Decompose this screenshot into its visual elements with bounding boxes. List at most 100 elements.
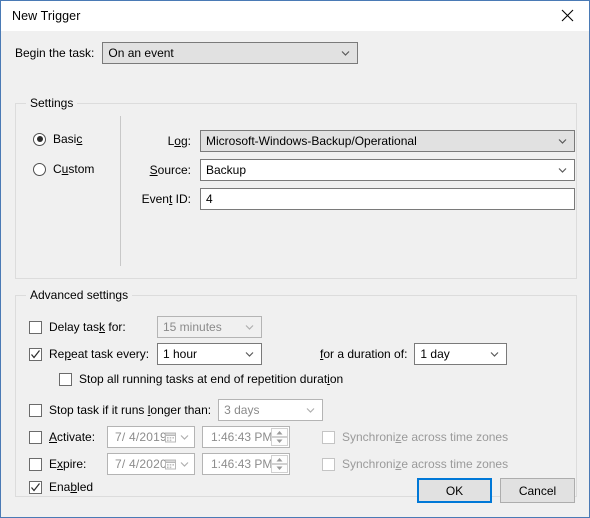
repeat-task-checkbox-indicator — [29, 347, 42, 361]
caret-down-icon — [276, 439, 283, 443]
chevron-down-icon — [180, 462, 189, 467]
spinner-up-button — [271, 455, 288, 464]
dialog-body: Begin the task: On an event Settings Bas… — [1, 31, 589, 517]
settings-group-title: Settings — [26, 96, 78, 110]
window-title: New Trigger — [12, 9, 81, 23]
source-value: Backup — [206, 163, 247, 177]
expire-checkbox-indicator — [29, 457, 42, 471]
chevron-down-icon — [558, 139, 567, 144]
delay-task-checkbox-indicator — [29, 320, 42, 334]
stop-repetition-label: Stop all running tasks at end of repetit… — [79, 372, 344, 386]
stop-longer-checkbox-indicator — [29, 403, 42, 417]
radio-basic-label: Basic — [53, 132, 83, 146]
title-bar: New Trigger — [1, 1, 589, 31]
event-id-value: 4 — [206, 192, 213, 206]
expire-sync-checkbox: Synchronize across time zones — [322, 457, 508, 471]
check-icon — [31, 482, 40, 491]
activate-sync-checkbox: Synchronize across time zones — [322, 430, 508, 444]
close-button[interactable] — [545, 1, 589, 30]
event-id-label: Event ID: — [141, 192, 191, 206]
event-id-input[interactable]: 4 — [200, 188, 575, 210]
dialog-footer: OK Cancel — [417, 478, 575, 503]
advanced-group-title: Advanced settings — [26, 288, 133, 302]
caret-up-icon — [276, 431, 283, 435]
begin-task-select[interactable]: On an event — [102, 42, 359, 64]
source-label: Source: — [149, 163, 191, 177]
event-id-field-row: Event ID: 4 — [126, 188, 575, 210]
new-trigger-dialog: New Trigger Begin the task: On an event … — [0, 0, 590, 518]
chevron-down-icon — [245, 352, 254, 357]
repeat-task-checkbox[interactable]: Repeat task every: — [29, 347, 157, 361]
enabled-label: Enabled — [49, 480, 94, 494]
radio-custom-label: Custom — [53, 162, 95, 176]
begin-task-value: On an event — [108, 46, 174, 60]
delay-task-row: Delay task for: 15 minutes — [29, 316, 262, 338]
repeat-interval-value: 1 hour — [163, 347, 198, 361]
spinner-down-button — [271, 464, 288, 473]
repeat-interval-select[interactable]: 1 hour — [157, 343, 262, 365]
log-field-row: Log: Microsoft-Windows-Backup/Operationa… — [126, 130, 575, 152]
spinner-down-button — [271, 437, 288, 446]
settings-fields: Log: Microsoft-Windows-Backup/Operationa… — [126, 130, 575, 217]
radio-basic[interactable]: Basic — [33, 132, 94, 146]
expire-date-input: 7/ 4/2020 — [107, 453, 195, 475]
chevron-down-icon — [245, 325, 254, 330]
advanced-settings-group: Advanced settings Delay task for: 15 min… — [15, 288, 577, 497]
enabled-row: Enabled — [29, 480, 93, 494]
activate-time-spinner — [271, 428, 288, 446]
expire-time-value: 1:46:43 PM — [211, 457, 273, 471]
radio-custom[interactable]: Custom — [33, 162, 94, 176]
activate-row: Activate: 7/ 4/2019 1:46:43 PM Synchroni… — [29, 426, 508, 448]
duration-label: for a duration of: — [320, 347, 408, 361]
expire-label: Expire: — [49, 457, 87, 471]
chevron-down-icon — [341, 51, 350, 56]
activate-time-input: 1:46:43 PM — [202, 426, 290, 448]
activate-date-value: 7/ 4/2019 — [115, 430, 167, 444]
log-label: Log: — [167, 134, 191, 148]
expire-sync-checkbox-indicator — [322, 457, 335, 471]
stop-longer-label: Stop task if it runs longer than: — [49, 403, 212, 417]
ok-button[interactable]: OK — [417, 478, 492, 503]
repeat-task-label: Repeat task every: — [49, 347, 150, 361]
delay-task-checkbox[interactable]: Delay task for: — [29, 320, 157, 334]
begin-task-label: Begin the task: — [15, 46, 95, 60]
calendar-icon — [165, 459, 176, 470]
duration-select[interactable]: 1 day — [414, 343, 508, 365]
log-select[interactable]: Microsoft-Windows-Backup/Operational — [200, 130, 575, 152]
delay-task-value: 15 minutes — [163, 320, 222, 334]
stop-longer-row: Stop task if it runs longer than: 3 days — [29, 399, 324, 421]
settings-mode-radios: Basic Custom — [33, 132, 94, 192]
cancel-button[interactable]: Cancel — [500, 478, 575, 503]
settings-divider — [120, 116, 121, 266]
chevron-down-icon — [490, 352, 499, 357]
stop-repetition-checkbox[interactable]: Stop all running tasks at end of repetit… — [59, 372, 343, 386]
enabled-checkbox-indicator — [29, 480, 42, 494]
activate-checkbox-indicator — [29, 430, 42, 444]
expire-time-spinner — [271, 455, 288, 473]
delay-task-label: Delay task for: — [49, 320, 126, 334]
stop-longer-select: 3 days — [218, 399, 324, 421]
stop-longer-checkbox[interactable]: Stop task if it runs longer than: — [29, 403, 211, 417]
spinner-up-button — [271, 428, 288, 437]
radio-custom-indicator — [33, 162, 46, 176]
delay-task-select: 15 minutes — [157, 316, 262, 338]
enabled-checkbox[interactable]: Enabled — [29, 480, 93, 494]
stop-longer-value: 3 days — [224, 403, 260, 417]
activate-checkbox[interactable]: Activate: — [29, 430, 107, 444]
expire-checkbox[interactable]: Expire: — [29, 457, 107, 471]
source-field-row: Source: Backup — [126, 159, 575, 181]
activate-sync-checkbox-indicator — [322, 430, 335, 444]
source-select[interactable]: Backup — [200, 159, 575, 181]
repeat-task-row: Repeat task every: 1 hour for a duration… — [29, 343, 508, 365]
begin-task-row: Begin the task: On an event — [15, 42, 359, 64]
chevron-down-icon — [180, 435, 189, 440]
caret-down-icon — [276, 466, 283, 470]
close-icon — [561, 9, 573, 22]
chevron-down-icon — [558, 168, 567, 173]
duration-value: 1 day — [420, 347, 450, 361]
log-value: Microsoft-Windows-Backup/Operational — [206, 134, 417, 148]
activate-date-input: 7/ 4/2019 — [107, 426, 195, 448]
caret-up-icon — [276, 458, 283, 462]
expire-row: Expire: 7/ 4/2020 1:46:43 PM Synchronize… — [29, 453, 508, 475]
activate-time-value: 1:46:43 PM — [211, 430, 273, 444]
